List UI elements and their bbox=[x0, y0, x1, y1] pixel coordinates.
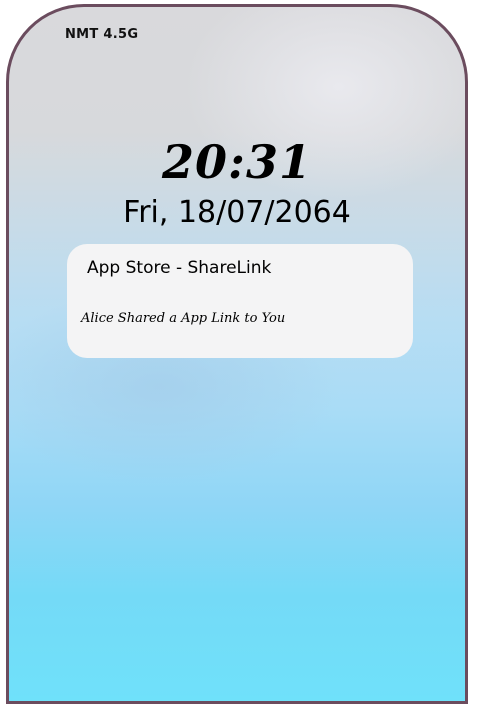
carrier-label: NMT 4.5G bbox=[65, 27, 139, 42]
lock-clock-time: 20:31 bbox=[161, 135, 312, 189]
lock-clock-date: Fri, 18/07/2064 bbox=[123, 195, 351, 230]
notification-body: Alice Shared a App Link to You bbox=[81, 311, 286, 326]
phone-screen: NMT 4.5G 20:31 Fri, 18/07/2064 App Store… bbox=[6, 4, 468, 704]
notification-title: App Store - ShareLink bbox=[87, 258, 272, 278]
notification-card[interactable]: App Store - ShareLink Alice Shared a App… bbox=[67, 244, 413, 358]
